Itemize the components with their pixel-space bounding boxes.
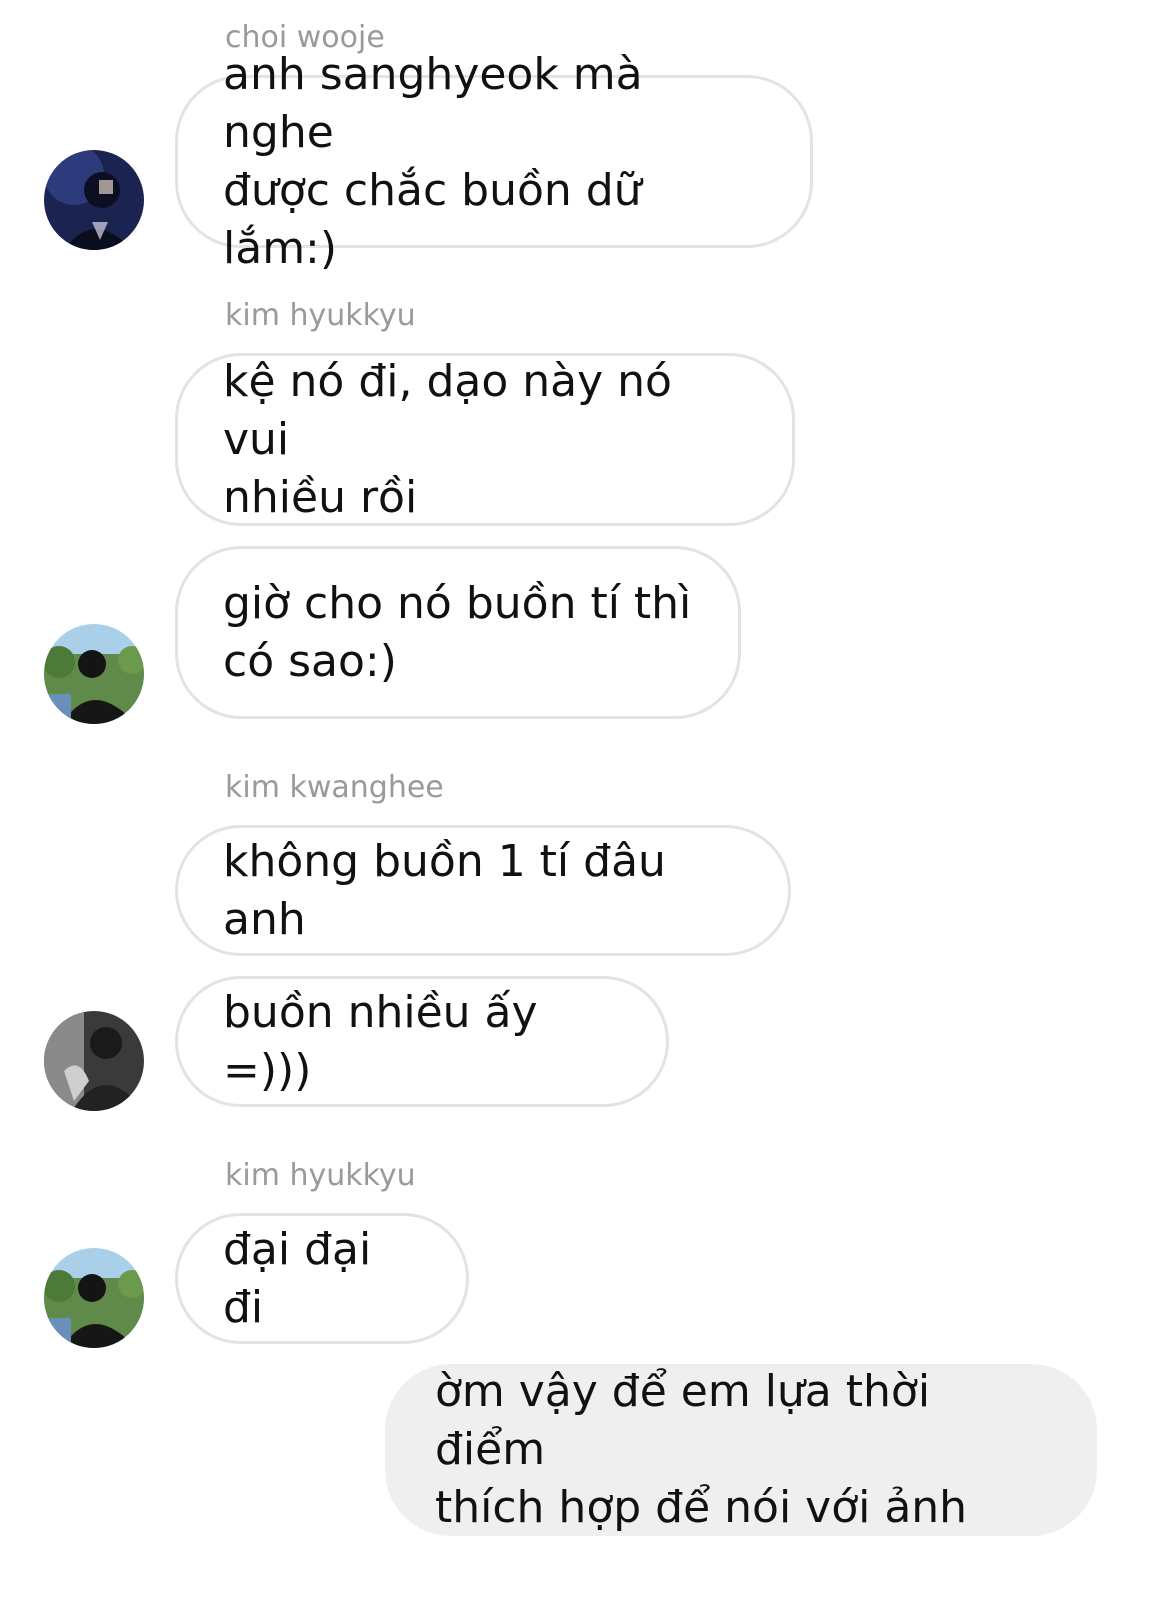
avatar[interactable] — [44, 150, 144, 250]
avatar[interactable] — [44, 1011, 144, 1111]
message-bubble[interactable]: giờ cho nó buồn tí thì có sao:) — [175, 546, 741, 719]
message-bubble[interactable]: không buồn 1 tí đâu anh — [175, 825, 791, 956]
sender-name: kim kwanghee — [225, 770, 444, 805]
message-bubble[interactable]: đại đại đi — [175, 1213, 469, 1344]
message-bubble[interactable]: anh sanghyeok mà nghe được chắc buồn dữ … — [175, 49, 813, 274]
avatar-image-kim-hyukkyu — [44, 1248, 144, 1348]
avatar[interactable] — [44, 624, 144, 724]
avatar-image-choi-wooje — [44, 150, 144, 250]
sender-name: kim hyukkyu — [225, 298, 416, 333]
avatar-image-kim-hyukkyu — [44, 624, 144, 724]
outgoing-message-bubble[interactable]: ờm vậy để em lựa thời điểm thích hợp để … — [385, 1364, 1097, 1536]
avatar[interactable] — [44, 1248, 144, 1348]
sender-name: kim hyukkyu — [225, 1158, 416, 1193]
message-bubble[interactable]: kệ nó đi, dạo này nó vui nhiều rồi — [175, 353, 795, 526]
message-bubble[interactable]: buồn nhiều ấy =))) — [175, 976, 669, 1107]
avatar-image-kim-kwanghee — [44, 1011, 144, 1111]
